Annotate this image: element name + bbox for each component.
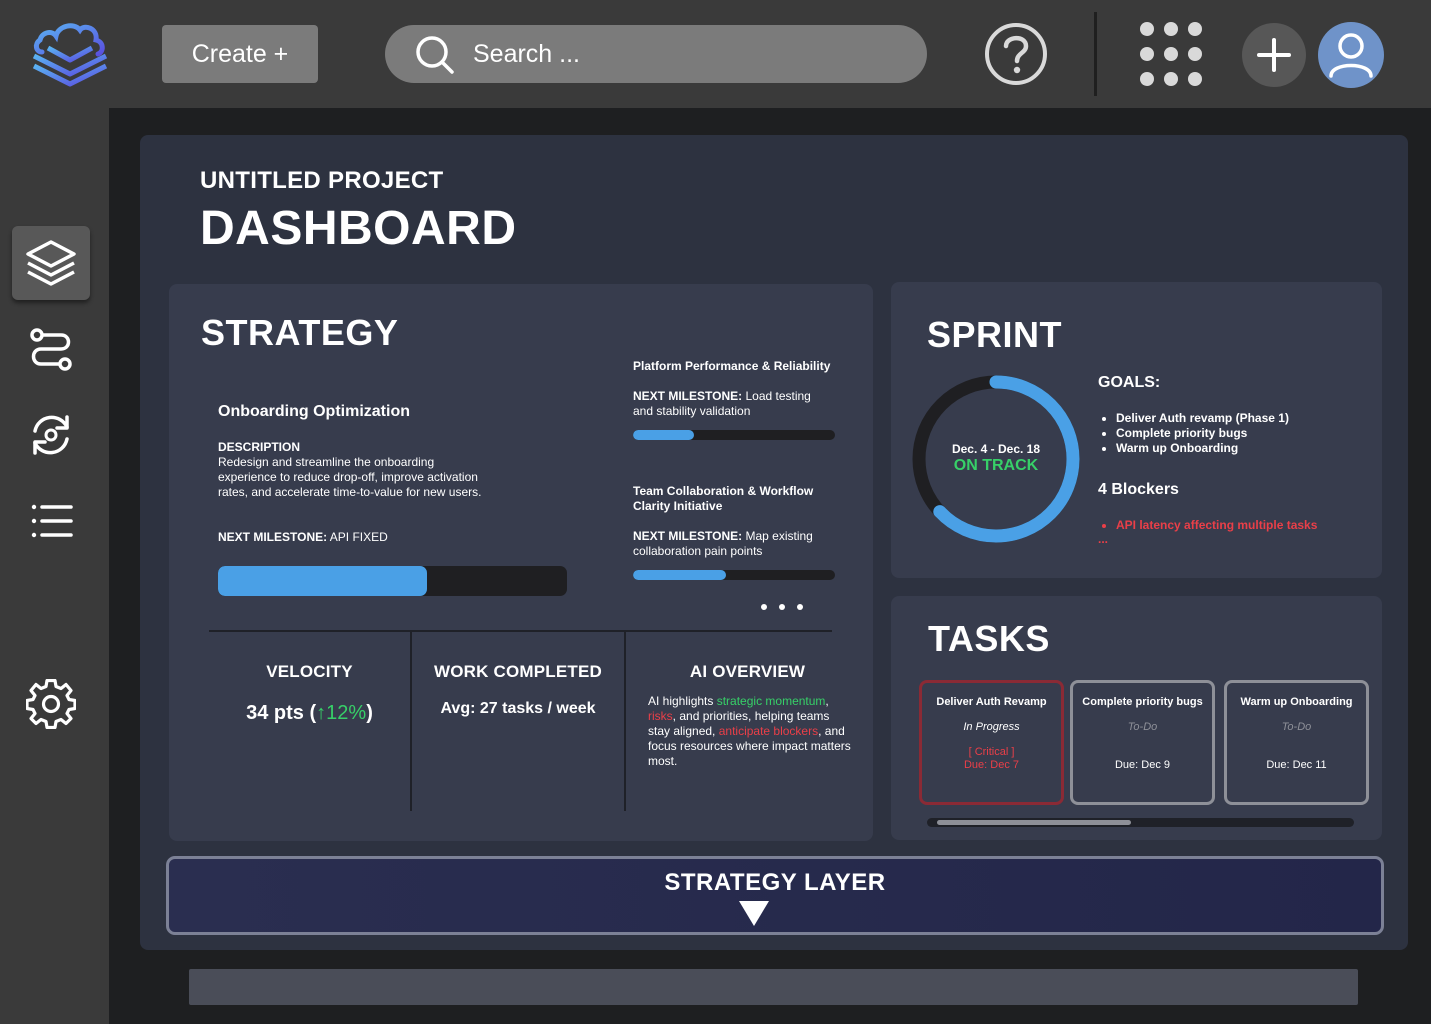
stats-divider [624,631,626,811]
sprint-card[interactable]: SPRINT Dec. 4 - Dec. 18 ON TRACK GOALS: … [891,282,1382,578]
tasks-title: TASKS [928,618,1050,659]
task-status: To-Do [1127,721,1158,733]
cloud-layers-logo-icon [32,23,108,87]
task-card[interactable]: Warm up Onboarding To-Do Due: Dec 11 [1224,680,1369,805]
sidebar [0,108,109,1024]
tasks-card: TASKS Deliver Auth Revamp In Progress [ … [891,596,1382,840]
task-card[interactable]: Deliver Auth Revamp In Progress [ Critic… [919,680,1064,805]
gear-icon [26,679,76,729]
sidebar-item-sync[interactable] [12,398,90,472]
sidebar-item-layers[interactable] [12,226,90,300]
tasks-scrollbar[interactable] [927,818,1354,827]
sidebar-item-list[interactable] [12,484,90,558]
task-card[interactable]: Complete priority bugs To-Do Due: Dec 9 [1070,680,1215,805]
sync-icon [33,415,69,455]
project-name: UNTITLED PROJECT [200,167,444,194]
search-input[interactable] [473,25,903,83]
progress-fill [633,430,694,440]
list-icon [31,504,73,538]
help-button[interactable] [984,22,1048,86]
task-due: Due: Dec 11 [1266,759,1327,771]
search-icon [416,36,454,74]
caret-down-icon [739,901,769,926]
search-bar[interactable] [385,25,927,83]
goal-item: Complete priority bugs [1116,426,1289,441]
sprint-dates: Dec. 4 - Dec. 18 [951,442,1041,456]
blockers-list: API latency affecting multiple tasks [1116,518,1317,533]
layers-icon [26,240,76,286]
task-due: Due: Dec 9 [1114,759,1171,771]
sprint-title: SPRINT [927,314,1063,355]
milestone-label: NEXT MILESTONE: [633,529,743,543]
user-avatar[interactable] [1318,22,1384,88]
blockers-label[interactable]: 4 Blockers [1098,481,1179,499]
initiative-progress-bar [633,430,835,440]
initiative-title: Platform Performance & Reliability [633,359,831,373]
initiative-progress-bar [218,566,567,596]
stats-divider [410,631,412,811]
initiative-title: Onboarding Optimization [218,403,410,420]
apps-grid-icon[interactable] [1138,20,1204,88]
velocity-value: 34 pts (↑12%) [246,702,373,724]
dashboard-panel: UNTITLED PROJECT DASHBOARD STRATEGY Onbo… [140,135,1408,950]
goal-item: Warm up Onboarding [1116,441,1289,456]
goal-item: Deliver Auth revamp (Phase 1) [1116,411,1289,426]
strategy-layer-label: STRATEGY LAYER [664,869,886,896]
sidebar-item-settings[interactable] [12,667,90,741]
task-due: Due: Dec 7 [963,759,1020,771]
milestone-label: NEXT MILESTONE: [218,530,328,544]
goals-label: GOALS: [1098,374,1161,391]
progress-fill [218,566,428,596]
sprint-ring-text: Dec. 4 - Dec. 18 ON TRACK [911,442,1081,475]
sprint-status: ON TRACK [953,457,1039,474]
page-title: DASHBOARD [200,202,517,255]
blocker-item[interactable]: API latency affecting multiple tasks [1116,518,1317,533]
work-completed-label: WORK COMPLETED [433,662,603,681]
toolbar-divider [1094,12,1097,96]
add-plus-icon[interactable] [1242,23,1306,87]
strategy-layer-button[interactable]: STRATEGY LAYER [166,856,1384,935]
task-flag: [ Critical ] [968,746,1015,758]
tasks-scrollbar-thumb[interactable] [937,820,1131,825]
bottom-bar [189,969,1358,1005]
progress-fill [633,570,726,580]
initiative-progress-bar [633,570,835,580]
user-avatar-icon [1329,33,1373,78]
strategy-card: STRATEGY Onboarding Optimization DESCRIP… [169,284,873,841]
stats-divider [209,630,832,632]
create-button[interactable]: Create + [162,25,318,83]
sidebar-item-route[interactable] [12,313,90,387]
initiative-title: Team Collaboration & Workflow Clarity In… [633,484,814,513]
task-title: Warm up Onboarding [1240,696,1353,708]
route-icon [30,328,72,371]
velocity-label: VELOCITY [266,662,353,681]
task-title: Complete priority bugs [1082,696,1203,708]
help-circle-icon [985,23,1047,85]
task-title: Deliver Auth Revamp [936,696,1047,708]
ai-overview-text: AI highlights strategic momentum, risks,… [648,694,851,768]
app-logo[interactable] [28,18,112,94]
task-status: To-Do [1281,721,1312,733]
more-initiatives-icon[interactable] [759,602,805,612]
milestone-value: API FIXED [329,530,388,544]
goals-list: Deliver Auth revamp (Phase 1) Complete p… [1116,411,1289,456]
top-bar: Create + [0,0,1431,108]
trend-up-icon: ↑ [316,702,327,724]
ai-overview-label: AI OVERVIEW [689,662,806,681]
work-completed-value: Avg: 27 tasks / week [440,700,596,717]
task-status: In Progress [963,721,1020,733]
milestone-label: NEXT MILESTONE: [633,389,743,403]
initiative-description: Redesign and streamline the onboarding e… [218,455,482,499]
strategy-title: STRATEGY [201,312,399,353]
description-label: DESCRIPTION [218,440,301,454]
blockers-more[interactable]: ... [1098,532,1108,546]
